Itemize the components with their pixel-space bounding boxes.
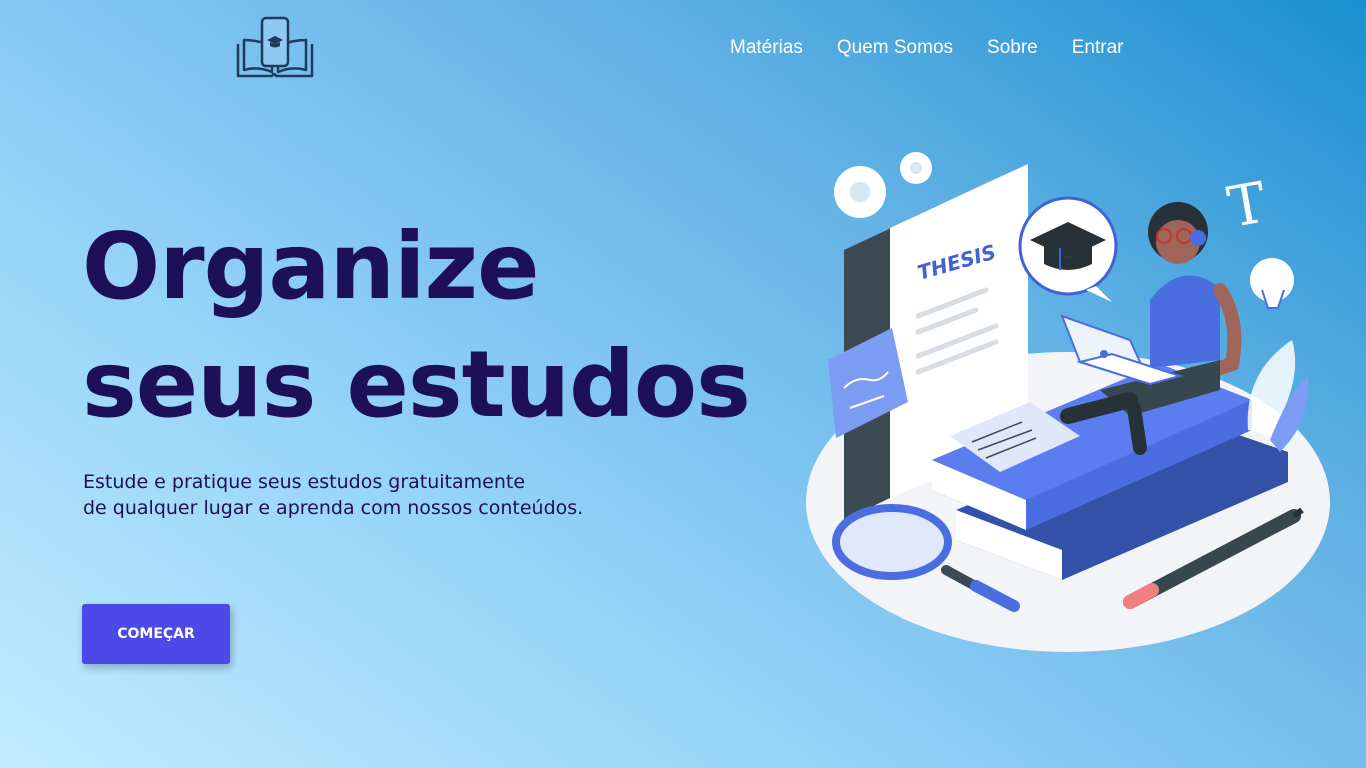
text-t-icon: T [1223,170,1271,240]
logo-icon[interactable] [234,16,316,80]
graduation-cap-bubble [1018,196,1118,302]
hero-subtitle: Estude e pratique seus estudos gratuitam… [83,469,703,521]
nav-link-quem-somos[interactable]: Quem Somos [837,37,953,59]
hero-subtitle-line-2: de qualquer lugar e aprenda com nossos c… [83,497,584,519]
hero-title: Organize seus estudos [82,213,751,438]
gear-icon [834,152,932,218]
hero-subtitle-line-1: Estude e pratique seus estudos gratuitam… [83,471,526,493]
nav-link-sobre[interactable]: Sobre [987,37,1038,59]
headphone-icon [1190,230,1206,246]
top-nav: Matérias Quem Somos Sobre Entrar [730,37,1123,59]
hero-illustration: THESIS T [806,152,1330,652]
nav-link-entrar[interactable]: Entrar [1072,37,1124,59]
start-button[interactable]: COMEÇAR [82,604,230,664]
nav-link-materias[interactable]: Matérias [730,37,803,59]
lightbulb-icon [1250,258,1294,309]
